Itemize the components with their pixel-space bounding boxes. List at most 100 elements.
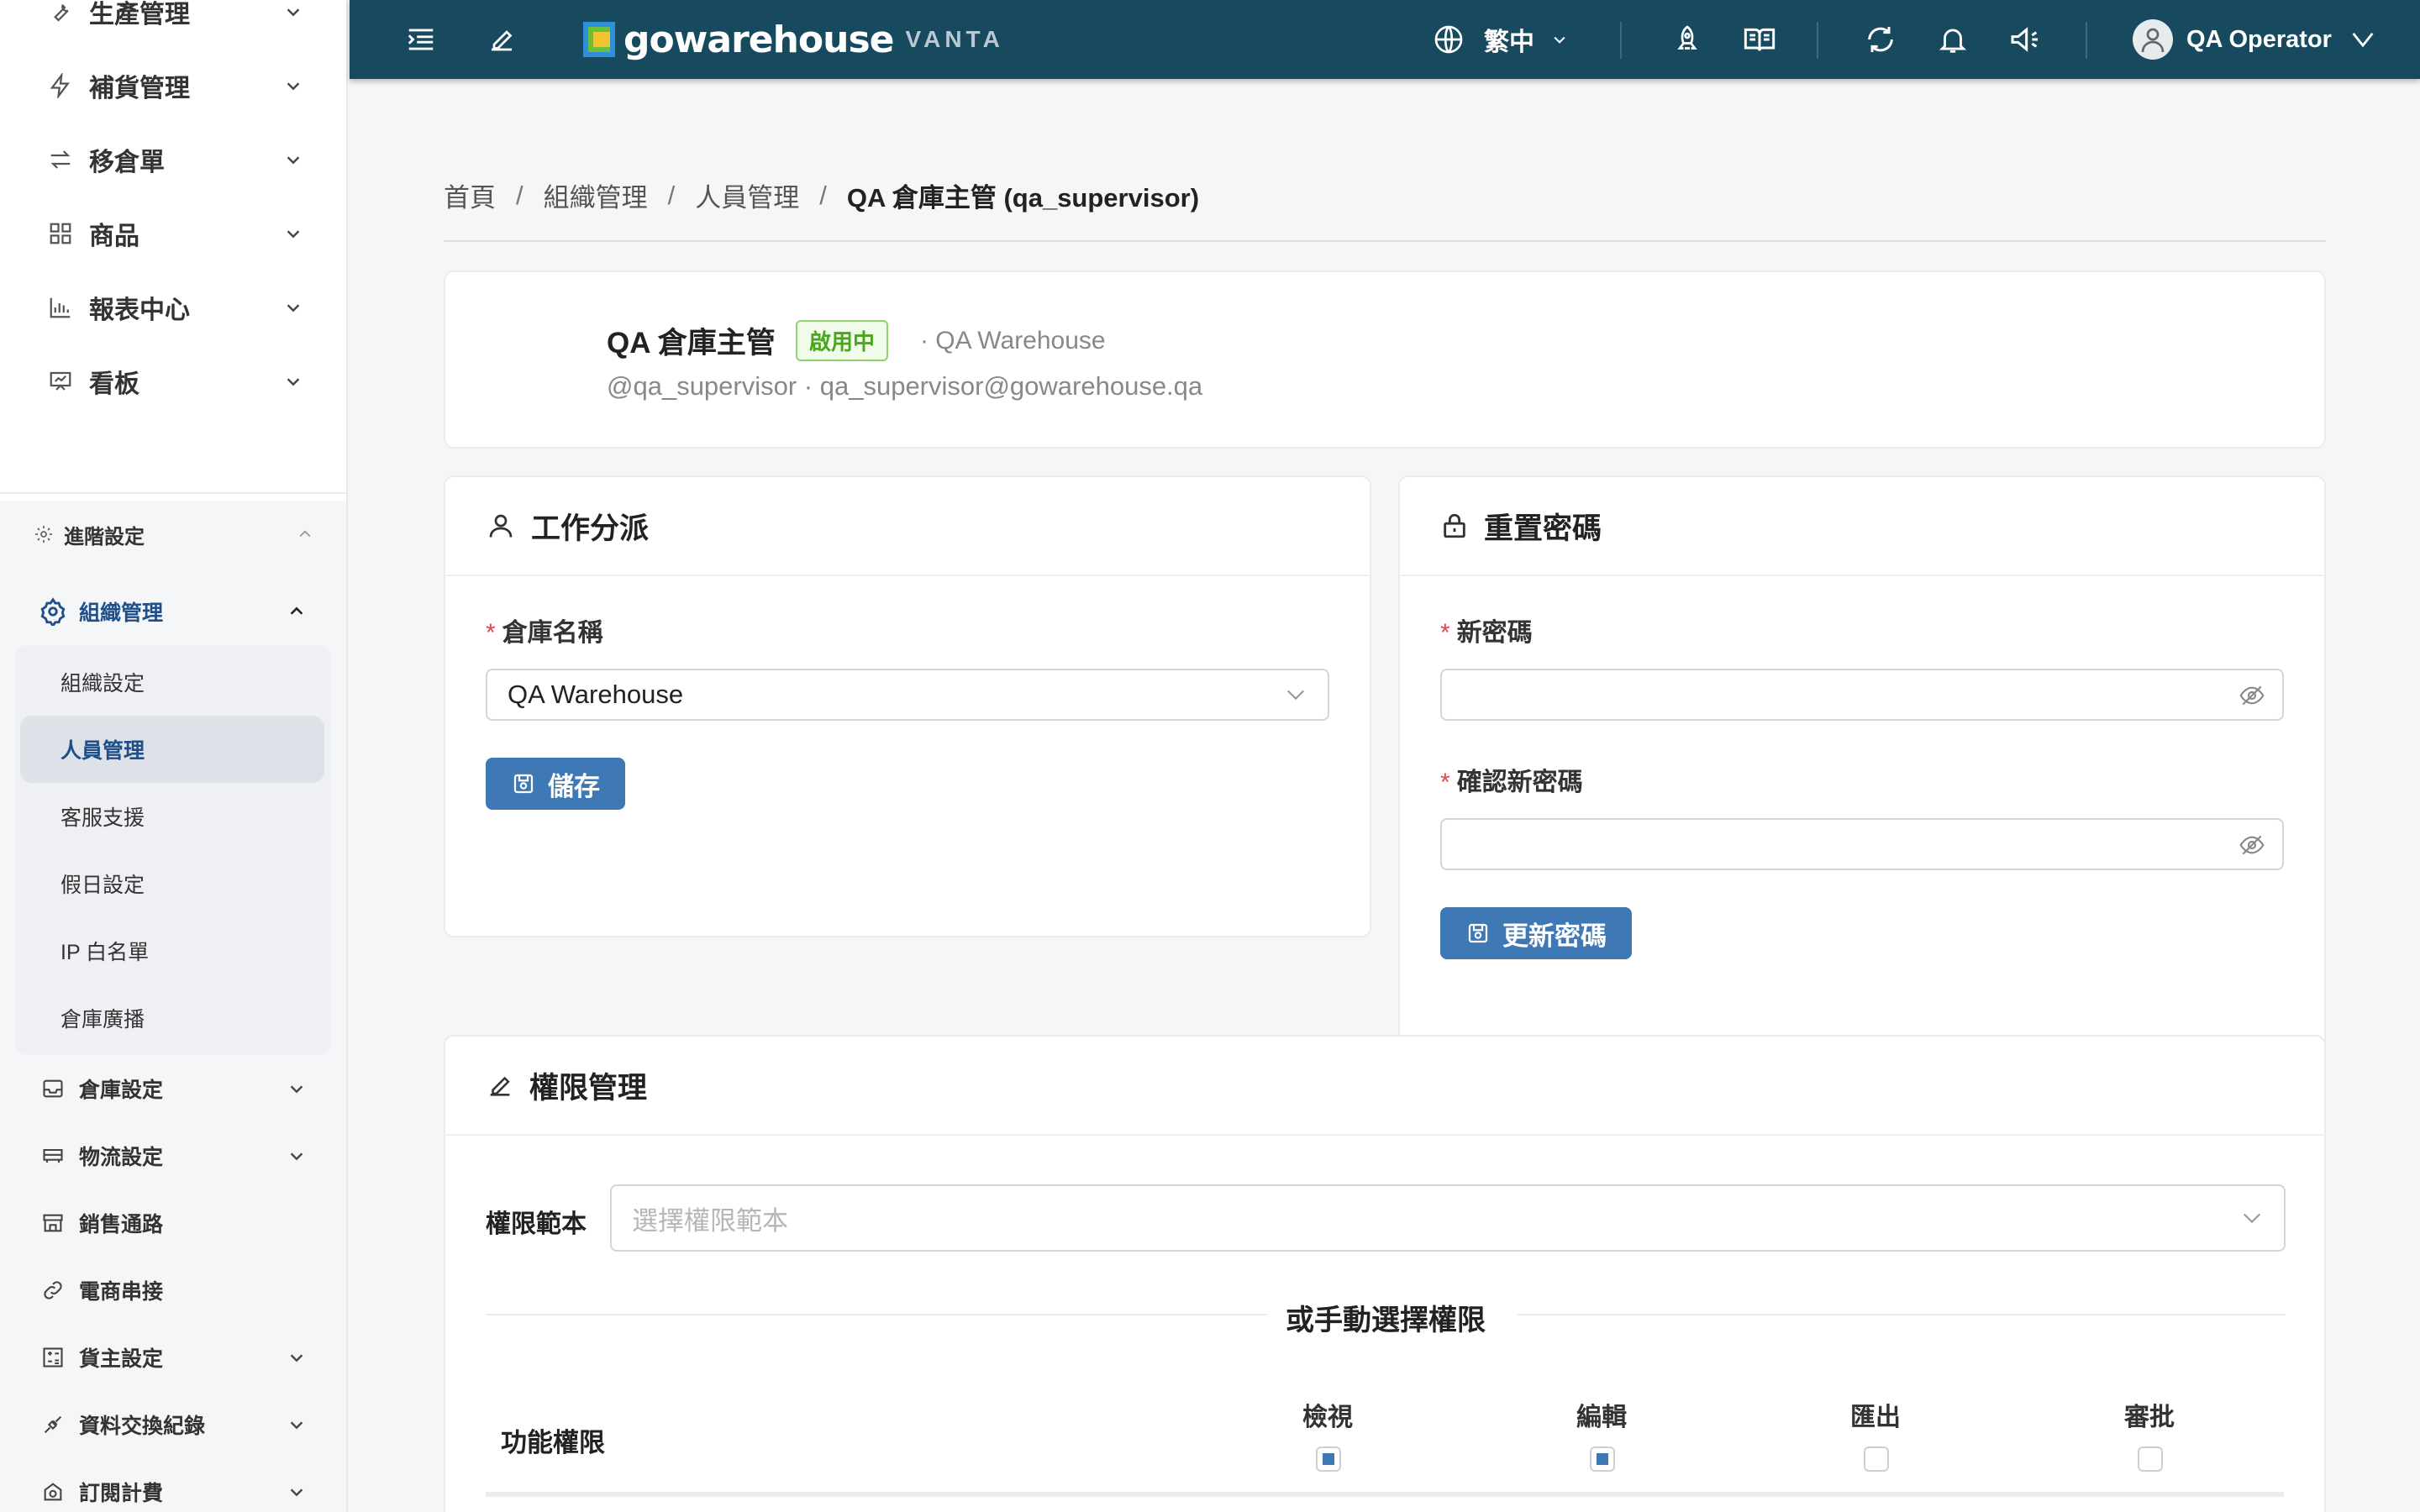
lock-icon bbox=[1440, 512, 1469, 540]
breadcrumb-separator: / bbox=[819, 180, 827, 210]
new-password-field[interactable] bbox=[1440, 669, 2284, 721]
sidebar-subitem-holidays[interactable]: 假日設定 bbox=[15, 850, 331, 917]
breadcrumb-divider bbox=[444, 240, 2326, 242]
eye-hidden-icon[interactable] bbox=[2238, 682, 2265, 713]
chevron-down-icon[interactable] bbox=[286, 1145, 308, 1167]
sidebar-item-dashboard[interactable]: 看板 bbox=[0, 344, 346, 418]
sidebar-item-label: 電商串接 bbox=[79, 1280, 164, 1304]
sidebar-subitem-support[interactable]: 客服支援 bbox=[15, 783, 331, 850]
sidebar-item-logistics[interactable]: 物流設定 bbox=[0, 1122, 346, 1189]
sidebar-item-owner-settings[interactable]: 貨主設定 bbox=[0, 1324, 346, 1391]
sidebar-item-label: 組織管理 bbox=[79, 601, 164, 625]
gear-icon bbox=[34, 524, 54, 544]
chevron-down-icon[interactable] bbox=[282, 149, 304, 171]
save-button[interactable]: 儲存 bbox=[486, 758, 625, 810]
sidebar: 生產管理 補貨管理 移倉單 商品 報表中心 看板 進階設定 組織管理 組織設定 … bbox=[0, 0, 348, 1512]
chevron-down-icon[interactable] bbox=[286, 1347, 308, 1368]
sidebar-advanced-header[interactable]: 進階設定 bbox=[0, 504, 346, 564]
sidebar-item-production[interactable]: 生產管理 bbox=[0, 0, 346, 49]
status-badge: 啟用中 bbox=[795, 320, 888, 361]
user-menu[interactable]: QA Operator bbox=[2133, 0, 2377, 79]
sidebar-item-replenishment[interactable]: 補貨管理 bbox=[0, 49, 346, 123]
permissions-card-header: 權限管理 bbox=[445, 1037, 2324, 1136]
book-icon[interactable] bbox=[1736, 0, 1783, 79]
chevron-down-icon[interactable] bbox=[286, 1078, 308, 1100]
sidebar-item-sales-channels[interactable]: 銷售通路 bbox=[0, 1189, 346, 1257]
sidebar-item-label: 生產管理 bbox=[89, 1, 190, 29]
chevron-up-icon[interactable] bbox=[286, 601, 308, 622]
inbox-icon bbox=[39, 1077, 67, 1100]
sidebar-item-transfer[interactable]: 移倉單 bbox=[0, 123, 346, 197]
chevron-down-icon[interactable] bbox=[282, 223, 304, 244]
edit-icon[interactable] bbox=[476, 0, 528, 79]
confirm-password-label-text: 確認新密碼 bbox=[1456, 769, 1583, 796]
sidebar-subitem-broadcast[interactable]: 倉庫廣播 bbox=[15, 984, 331, 1052]
export-all-checkbox[interactable] bbox=[1864, 1446, 1889, 1472]
confirm-password-label: * 確認新密碼 bbox=[1440, 761, 1583, 798]
eye-hidden-icon[interactable] bbox=[2238, 832, 2265, 863]
sidebar-item-label: 貨主設定 bbox=[79, 1347, 164, 1371]
assignment-card-header: 工作分派 bbox=[445, 477, 1370, 576]
profile-warehouse: · QA Warehouse bbox=[919, 326, 1106, 354]
menu-toggle-icon[interactable] bbox=[395, 0, 447, 79]
breadcrumb-separator: / bbox=[516, 180, 523, 210]
chevron-up-icon[interactable] bbox=[294, 523, 316, 545]
profile-account-info: @qa_supervisor · qa_supervisor@gowarehou… bbox=[607, 371, 1203, 401]
megaphone-icon[interactable] bbox=[2002, 0, 2049, 79]
function-permission-label: 功能權限 bbox=[501, 1428, 605, 1457]
edit-all-checkbox[interactable] bbox=[1590, 1446, 1615, 1472]
sidebar-item-data-exchange[interactable]: 資料交換紀錄 bbox=[0, 1391, 346, 1458]
sidebar-subitem-ip-whitelist[interactable]: IP 白名單 bbox=[15, 917, 331, 984]
update-password-button[interactable]: 更新密碼 bbox=[1440, 907, 1632, 959]
sidebar-advanced-section: 進階設定 組織管理 組織設定 人員管理 客服支援 假日設定 IP 白名單 倉庫廣… bbox=[0, 501, 346, 1512]
sidebar-item-reports[interactable]: 報表中心 bbox=[0, 270, 346, 344]
chevron-down-icon[interactable] bbox=[282, 370, 304, 392]
sidebar-item-warehouse-settings[interactable]: 倉庫設定 bbox=[0, 1055, 346, 1122]
manual-select-heading: 或手動選擇權限 bbox=[1286, 1305, 1486, 1336]
sidebar-subitem-org-settings[interactable]: 組織設定 bbox=[15, 648, 331, 716]
chevron-down-icon[interactable] bbox=[286, 1414, 308, 1436]
chevron-down-icon[interactable] bbox=[282, 1, 304, 23]
column-approve: 審批 bbox=[2124, 1404, 2175, 1431]
confirm-password-field[interactable] bbox=[1440, 818, 2284, 870]
breadcrumb-members[interactable]: 人員管理 bbox=[695, 176, 799, 214]
divider-left bbox=[486, 1314, 1267, 1315]
required-marker: * bbox=[1440, 769, 1450, 796]
sidebar-top-menu: 生產管理 補貨管理 移倉單 商品 報表中心 看板 bbox=[0, 0, 346, 418]
sidebar-item-label: 移倉單 bbox=[89, 149, 165, 176]
template-label: 權限範本 bbox=[486, 1210, 587, 1238]
permission-template-select[interactable]: 選擇權限範本 bbox=[610, 1184, 2286, 1252]
refresh-icon[interactable] bbox=[1857, 0, 1904, 79]
sidebar-item-products[interactable]: 商品 bbox=[0, 197, 346, 270]
profile-header: QA 倉庫主管 啟用中 · QA Warehouse bbox=[607, 319, 1106, 362]
bell-icon[interactable] bbox=[1929, 0, 1976, 79]
chevron-down-icon[interactable] bbox=[282, 297, 304, 318]
save-icon bbox=[1465, 921, 1491, 946]
rocket-icon[interactable] bbox=[1664, 0, 1711, 79]
gear-icon bbox=[39, 597, 67, 626]
reset-password-card-title: 重置密碼 bbox=[1484, 512, 1602, 545]
sidebar-item-label: 報表中心 bbox=[89, 297, 190, 324]
top-bar: gowarehouse VANTA 繁中 QA Operator bbox=[350, 0, 2420, 79]
sidebar-subitem-members[interactable]: 人員管理 bbox=[20, 716, 324, 783]
truck-icon bbox=[39, 1144, 67, 1168]
sidebar-item-billing[interactable]: 訂閱計費 bbox=[0, 1458, 346, 1512]
view-all-checkbox[interactable] bbox=[1316, 1446, 1341, 1472]
sidebar-item-org[interactable]: 組織管理 bbox=[0, 578, 346, 645]
chevron-down-icon[interactable] bbox=[282, 75, 304, 97]
logo-text: gowarehouse bbox=[623, 18, 895, 61]
sidebar-item-label: 商品 bbox=[89, 223, 139, 250]
breadcrumb-home[interactable]: 首頁 bbox=[444, 176, 496, 214]
bar-chart-icon bbox=[44, 295, 77, 320]
approve-all-checkbox[interactable] bbox=[2138, 1446, 2163, 1472]
presentation-icon bbox=[44, 369, 77, 394]
sidebar-item-ecommerce[interactable]: 電商串接 bbox=[0, 1257, 346, 1324]
reset-password-card-header: 重置密碼 bbox=[1400, 477, 2324, 576]
chevron-down-icon[interactable] bbox=[286, 1481, 308, 1503]
chevron-down-icon bbox=[1551, 31, 1568, 48]
app-logo[interactable]: gowarehouse VANTA bbox=[583, 0, 1004, 79]
required-marker: * bbox=[486, 619, 496, 647]
language-selector[interactable]: 繁中 bbox=[1432, 0, 1568, 79]
breadcrumb-org[interactable]: 組織管理 bbox=[544, 176, 648, 214]
warehouse-select[interactable]: QA Warehouse bbox=[486, 669, 1329, 721]
